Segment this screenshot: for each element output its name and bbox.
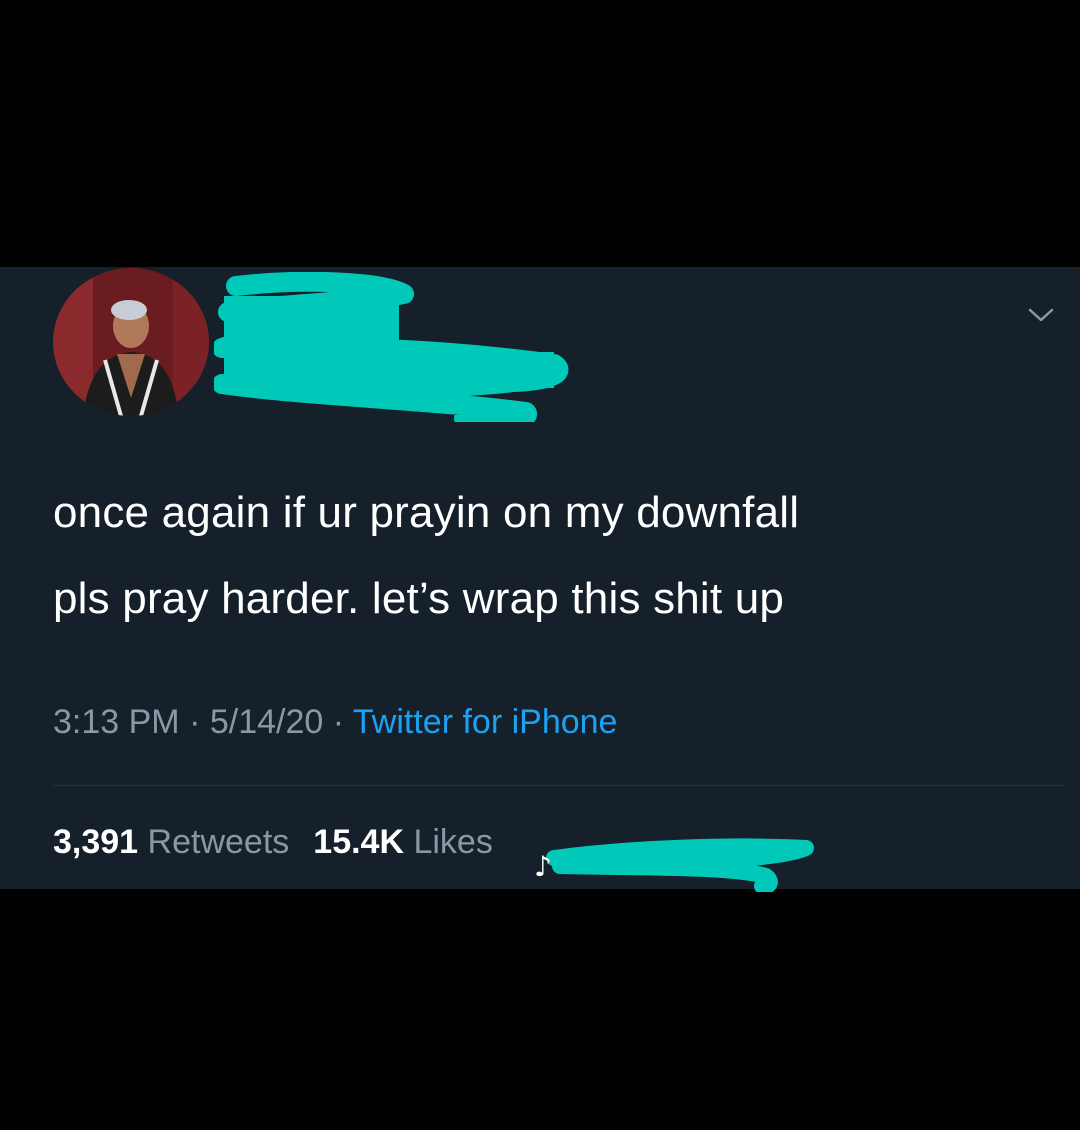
chevron-down-icon[interactable] (1026, 302, 1056, 326)
retweets-stat[interactable]: 3,391 Retweets (53, 823, 289, 861)
redacted-name (214, 272, 584, 422)
likes-count: 15.4K (313, 823, 405, 861)
svg-text:♪: ♪ (534, 850, 552, 883)
tweet-text: once again if ur prayin on my downfall p… (53, 470, 1053, 642)
redacted-watermark: ♪ (530, 836, 820, 892)
meta-separator: · (323, 703, 353, 741)
tweet-date[interactable]: 5/14/20 (210, 703, 323, 741)
avatar[interactable] (53, 268, 209, 416)
tweet-meta: 3:13 PM · 5/14/20 · Twitter for iPhone (53, 697, 617, 747)
retweets-count: 3,391 (53, 823, 139, 861)
tweet-text-line-1: once again if ur prayin on my downfall (53, 488, 800, 537)
tweet-text-line-2: pls pray harder. let’s wrap this shit up (53, 574, 785, 623)
meta-separator: · (179, 703, 210, 741)
likes-label: Likes (404, 823, 493, 861)
tweet-source-link[interactable]: Twitter for iPhone (353, 703, 618, 741)
divider (53, 785, 1063, 786)
likes-stat[interactable]: 15.4K Likes (313, 823, 493, 861)
retweets-label: Retweets (138, 823, 290, 861)
tweet-time[interactable]: 3:13 PM (53, 703, 180, 741)
tweet-stats: 3,391 Retweets 15.4K Likes (53, 817, 517, 867)
